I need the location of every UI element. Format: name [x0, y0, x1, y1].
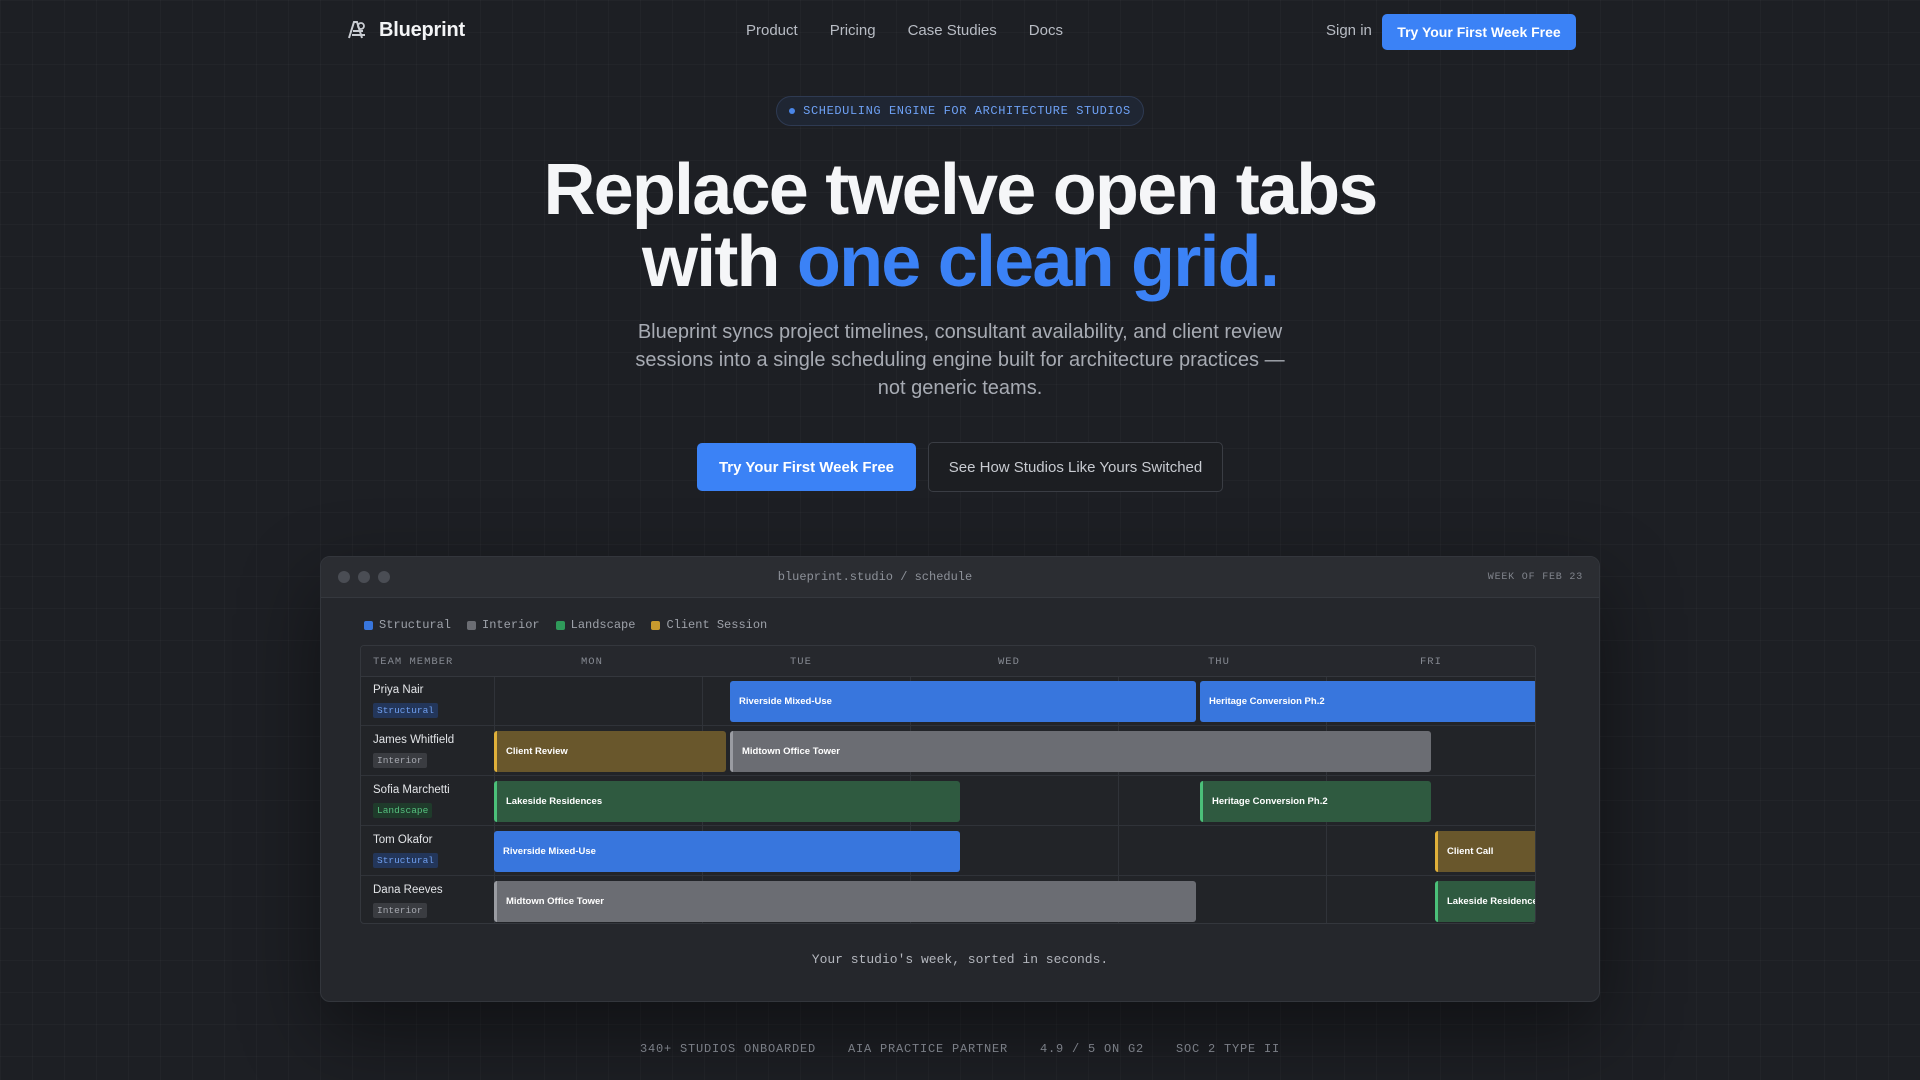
legend-swatch-landscape — [555, 620, 565, 630]
legend-label: Client Session — [666, 618, 768, 632]
top-nav: Blueprint Product Pricing Case Studies D… — [0, 0, 1920, 64]
member-name: James Whitfield — [373, 734, 455, 746]
headline-line-2-plain: with — [641, 222, 797, 302]
schedule-block[interactable]: Riverside Mixed-Use — [730, 681, 1196, 722]
schedule-block[interactable]: Riverside Mixed-Use — [494, 831, 960, 872]
brand-name: Blueprint — [379, 18, 465, 41]
schedule-row: Dana Reeves Interior Midtown Office Towe… — [361, 877, 1535, 923]
stat-aia: AIA PRACTICE PARTNER — [847, 1042, 1009, 1056]
pill-dot-icon — [789, 108, 796, 114]
window-titlebar: blueprint.studio / schedule WEEK OF FEB … — [321, 557, 1599, 598]
schedule-row: Sofia Marchetti Landscape Lakeside Resid… — [361, 777, 1535, 826]
stat-rating: 4.9 / 5 ON G2 — [1040, 1042, 1145, 1056]
schedule-block[interactable]: Heritage Conversion Ph.2 — [1200, 781, 1431, 822]
discipline-tag: Interior — [373, 903, 427, 918]
nav-link-docs[interactable]: Docs — [1029, 22, 1063, 39]
legend-swatch-interior — [467, 620, 477, 630]
col-head-tue: TUE — [790, 656, 812, 668]
legend-label: Structural — [379, 618, 452, 632]
window-url: blueprint.studio / schedule — [777, 570, 973, 584]
schedule-block[interactable]: Client Review — [494, 731, 726, 772]
headline-line-1: Replace twelve open tabs — [543, 150, 1378, 230]
col-head-fri: FRI — [1420, 656, 1442, 668]
discipline-tag: Structural — [373, 853, 439, 868]
nav-link-product[interactable]: Product — [746, 22, 798, 39]
brand-logo-link[interactable]: Blueprint — [345, 18, 465, 42]
legend-item-client-session: Client Session — [651, 618, 767, 632]
nav-try-free-button[interactable]: Try Your First Week Free — [1382, 14, 1576, 50]
sign-in-link[interactable]: Sign in — [1326, 22, 1372, 39]
schedule-block[interactable]: Lakeside Residences — [494, 781, 960, 822]
schedule-block[interactable]: Lakeside Residences — [1435, 881, 1535, 922]
legend-item-landscape: Landscape — [555, 618, 636, 632]
schedule-block[interactable]: Client Call — [1435, 831, 1535, 872]
member-name: Sofia Marchetti — [373, 784, 450, 796]
app-preview-window: blueprint.studio / schedule WEEK OF FEB … — [320, 556, 1600, 1002]
member-name: Tom Okafor — [373, 834, 433, 846]
schedule-grid: TEAM MEMBER MON TUE WED THU FRI Priya Na… — [360, 645, 1536, 924]
discipline-tag: Landscape — [373, 803, 433, 818]
blueprint-logo-icon — [348, 21, 365, 39]
legend-item-interior: Interior — [467, 618, 540, 632]
team-member: James Whitfield Interior — [373, 734, 454, 768]
schedule-row: James Whitfield Interior Client Review M… — [361, 727, 1535, 776]
trust-stats: 340+ STUDIOS ONBOARDED AIA PRACTICE PART… — [0, 1042, 1920, 1056]
col-head-wed: WED — [998, 656, 1020, 668]
team-member: Sofia Marchetti Landscape — [373, 784, 450, 818]
schedule-block[interactable]: Midtown Office Tower — [494, 881, 1196, 922]
headline-line-2-accent: one clean grid. — [796, 222, 1280, 302]
nav-links: Product Pricing Case Studies Docs — [746, 22, 1063, 39]
stat-studios: 340+ STUDIOS ONBOARDED — [639, 1042, 816, 1056]
hero-headline: Replace twelve open tabs with one clean … — [0, 154, 1920, 298]
schedule-caption: Your studio's week, sorted in seconds. — [811, 952, 1109, 967]
discipline-tag: Interior — [373, 753, 427, 768]
see-how-studios-switched-button[interactable]: See How Studios Like Yours Switched — [928, 442, 1223, 492]
member-name: Dana Reeves — [373, 884, 443, 896]
hero-try-free-button[interactable]: Try Your First Week Free — [697, 443, 916, 491]
legend-item-structural: Structural — [364, 618, 451, 632]
team-member: Priya Nair Structural — [373, 684, 439, 718]
legend-label: Interior — [482, 618, 540, 632]
schedule-legend: Structural Interior Landscape Client Ses… — [364, 618, 767, 632]
hero-pill-badge: SCHEDULING ENGINE FOR ARCHITECTURE STUDI… — [776, 96, 1144, 126]
pill-text: SCHEDULING ENGINE FOR ARCHITECTURE STUDI… — [803, 104, 1131, 118]
col-head-thu: THU — [1208, 656, 1230, 668]
team-member: Tom Okafor Structural — [373, 834, 439, 868]
hero-subhead: Blueprint syncs project timelines, consu… — [635, 321, 1285, 399]
col-head-mon: MON — [581, 656, 603, 668]
schedule-row: Tom Okafor Structural Riverside Mixed-Us… — [361, 827, 1535, 876]
col-head-member: TEAM MEMBER — [373, 656, 454, 668]
legend-swatch-client — [651, 620, 661, 630]
schedule-block[interactable]: Heritage Conversion Ph.2 — [1200, 681, 1535, 722]
legend-label: Landscape — [570, 618, 636, 632]
week-label: WEEK OF FEB 23 — [1487, 572, 1583, 583]
stat-soc2: SOC 2 TYPE II — [1176, 1042, 1281, 1056]
schedule-row: Priya Nair Structural Riverside Mixed-Us… — [361, 677, 1535, 726]
grid-header: TEAM MEMBER MON TUE WED THU FRI — [361, 646, 1535, 677]
nav-link-case-studies[interactable]: Case Studies — [908, 22, 997, 39]
discipline-tag: Structural — [373, 703, 439, 718]
legend-swatch-structural — [364, 620, 373, 630]
nav-link-pricing[interactable]: Pricing — [830, 22, 876, 39]
schedule-block[interactable]: Midtown Office Tower — [730, 731, 1431, 772]
team-member: Dana Reeves Interior — [373, 884, 443, 918]
member-name: Priya Nair — [373, 684, 424, 696]
